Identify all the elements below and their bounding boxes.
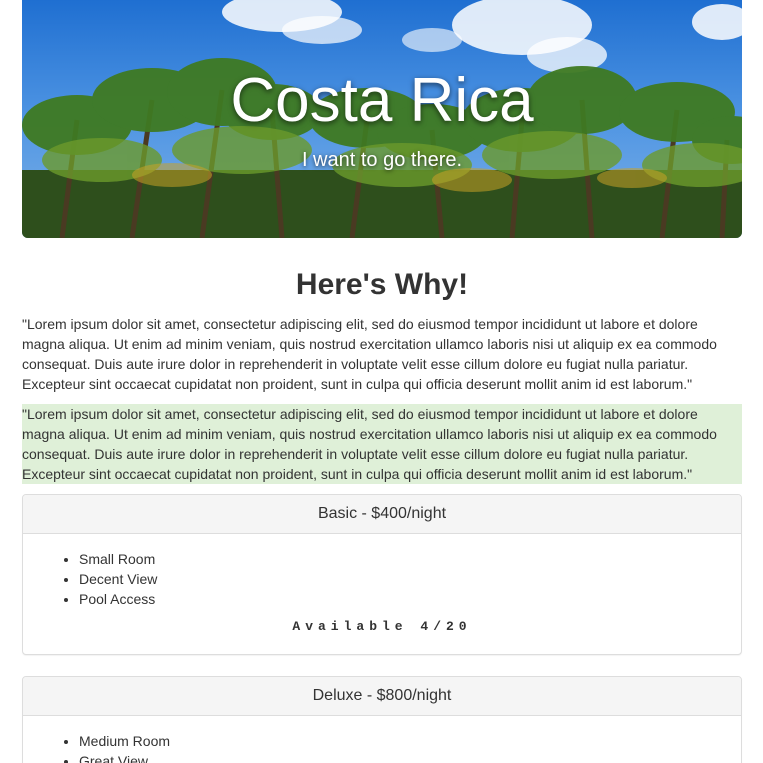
plan-title: Basic - $400/night (23, 495, 741, 534)
plan-body: Small Room Decent View Pool Access Avail… (23, 534, 741, 654)
feature-item: Pool Access (79, 589, 726, 609)
feature-item: Decent View (79, 569, 726, 589)
hero-banner: Costa Rica I want to go there. (22, 0, 742, 238)
plan-body: Medium Room Great View (23, 716, 741, 763)
feature-item: Small Room (79, 549, 726, 569)
description-paragraph: "Lorem ipsum dolor sit amet, consectetur… (22, 316, 717, 392)
hero-title: Costa Rica (230, 66, 534, 135)
section-heading: Here's Why! (295, 268, 469, 301)
highlighted-paragraph: "Lorem ipsum dolor sit amet, consectetur… (22, 404, 742, 484)
plan-title: Deluxe - $800/night (23, 677, 741, 716)
feature-item: Medium Room (79, 731, 726, 751)
page-container: Costa Rica I want to go there. Here's Wh… (22, 0, 742, 763)
feature-list: Medium Room Great View (38, 731, 726, 763)
availability-text: Available 4/20 (292, 619, 472, 634)
hero-subtitle: I want to go there. (301, 149, 463, 171)
plan-panel-deluxe: Deluxe - $800/night Medium Room Great Vi… (22, 676, 742, 763)
feature-item: Great View (79, 751, 726, 763)
feature-list: Small Room Decent View Pool Access (38, 549, 726, 609)
plan-panel-basic: Basic - $400/night Small Room Decent Vie… (22, 494, 742, 655)
